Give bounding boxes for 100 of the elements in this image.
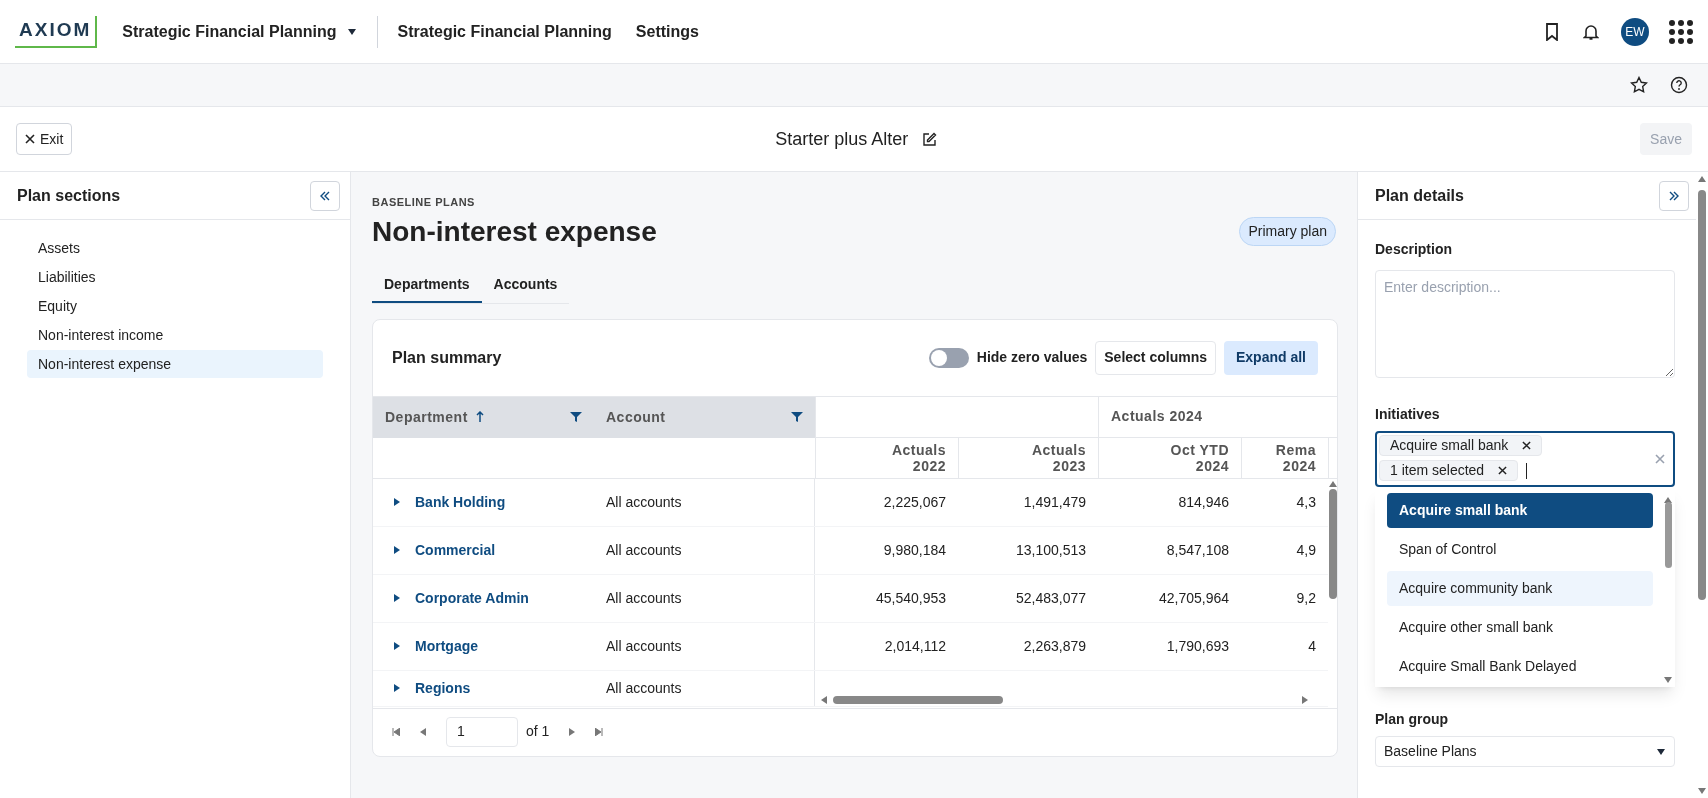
clear-icon[interactable] (1655, 454, 1665, 464)
dropdown-option[interactable]: Acquire community bank (1387, 571, 1653, 606)
close-icon[interactable] (25, 134, 35, 144)
section-item[interactable]: Liabilities (27, 263, 323, 291)
table-cell-text: 42,705,964 (1158, 588, 1229, 608)
app-grid-icon[interactable] (1669, 19, 1693, 44)
selection-chip[interactable]: 1 item selected (1379, 460, 1519, 481)
bell-icon[interactable] (1583, 22, 1599, 41)
table-cell-text: 8,547,108 (1166, 540, 1229, 560)
scroll-left-icon[interactable] (821, 695, 827, 704)
expand-arrow-icon[interactable] (393, 642, 401, 650)
remove-icon[interactable] (1498, 466, 1508, 475)
expand-arrow-icon[interactable] (393, 498, 401, 506)
expand-arrow-icon[interactable] (393, 594, 401, 602)
scroll-down-icon[interactable] (1664, 677, 1672, 683)
table-cell-text: 13,100,513 (1015, 540, 1086, 560)
dropdown-option[interactable]: Acquire Small Bank Delayed (1387, 649, 1653, 684)
bookmark-icon[interactable] (1545, 22, 1559, 41)
table-cell-text: 45,540,953 (875, 588, 946, 608)
remove-icon[interactable] (1522, 441, 1532, 450)
table-cell-text: 2,263,879 (1023, 636, 1086, 656)
vertical-scrollbar[interactable] (1664, 502, 1672, 568)
toggle-label: Hide zero values (976, 348, 1088, 367)
star-icon[interactable] (1630, 76, 1648, 94)
user-avatar[interactable]: EW (1621, 17, 1649, 46)
page-count: of 1 (526, 722, 550, 741)
nav-link[interactable]: Settings (635, 19, 699, 44)
column-header[interactable]: Actuals (891, 441, 946, 458)
table-cell-text: 9,2 (1296, 588, 1316, 608)
last-page-icon[interactable] (595, 727, 604, 736)
table-cell-text: All accounts (606, 492, 682, 512)
department-link[interactable]: Mortgage (415, 635, 478, 657)
column-header[interactable]: Account (594, 396, 815, 438)
field-label: Description (1375, 240, 1453, 259)
app-menu[interactable]: Strategic Financial Planning (122, 19, 357, 44)
group-header: Actuals 2024 (1110, 407, 1204, 426)
eyebrow-label: BASELINE PLANS (372, 195, 476, 210)
vertical-scrollbar[interactable] (1698, 190, 1706, 600)
initiatives-field[interactable]: Acquire small bank 1 item selected (1375, 431, 1675, 487)
collapse-button[interactable] (1659, 180, 1689, 211)
card-title: Plan summary (392, 347, 503, 368)
select-columns-button[interactable]: Select columns (1095, 340, 1216, 375)
section-item[interactable]: Non-interest expense (27, 350, 323, 378)
logo[interactable]: AXIOM (15, 15, 98, 48)
toggle-switch[interactable] (928, 347, 969, 368)
filter-icon[interactable] (791, 411, 803, 423)
table-cell-text: 1,790,693 (1166, 636, 1229, 656)
column-header[interactable]: 2024 (1195, 457, 1229, 474)
expand-arrow-icon[interactable] (393, 684, 401, 692)
sort-arrow-icon[interactable] (475, 411, 484, 423)
help-icon[interactable] (1670, 76, 1688, 94)
scroll-down-icon[interactable] (1698, 788, 1706, 794)
field-label: Initiatives (1375, 405, 1441, 424)
page-heading: Non-interest expense (372, 214, 657, 249)
section-item[interactable]: Non-interest income (27, 321, 323, 349)
dropdown-option[interactable]: Span of Control (1387, 532, 1653, 567)
vertical-scrollbar[interactable] (1328, 488, 1337, 599)
description-field[interactable]: Enter description... (1375, 270, 1675, 378)
dropdown-option[interactable]: Acquire other small bank (1387, 610, 1653, 645)
expand-all-button[interactable]: Expand all (1223, 340, 1318, 375)
department-link[interactable]: Bank Holding (415, 491, 506, 513)
column-header[interactable]: Department (373, 396, 594, 438)
column-header[interactable]: Rema (1275, 441, 1316, 458)
table-cell-text: All accounts (606, 540, 682, 560)
table-cell-text: 4,9 (1296, 540, 1316, 560)
section-item[interactable]: Assets (27, 234, 323, 262)
page-field[interactable]: 1 (446, 716, 518, 747)
edit-icon[interactable] (922, 131, 938, 147)
nav-link[interactable]: Strategic Financial Planning (397, 19, 612, 44)
expand-arrow-icon[interactable] (393, 546, 401, 554)
panel-title: Plan details (1375, 185, 1464, 206)
column-header[interactable]: Actuals (1031, 441, 1086, 458)
scroll-up-icon[interactable] (1698, 176, 1706, 182)
next-page-icon[interactable] (569, 727, 576, 736)
column-header[interactable]: 2024 (1282, 457, 1316, 474)
column-header[interactable]: 2022 (912, 457, 946, 474)
scroll-right-icon[interactable] (1302, 695, 1308, 704)
horizontal-scrollbar[interactable] (833, 695, 1003, 704)
exit-button[interactable]: Exit (16, 123, 73, 155)
column-header[interactable]: Oct YTD (1170, 441, 1229, 458)
tab[interactable]: Accounts (481, 268, 570, 303)
column-header[interactable]: 2023 (1052, 457, 1086, 474)
table-cell-text: 9,980,184 (883, 540, 946, 560)
collapse-button[interactable] (310, 180, 340, 211)
table-cell-text: 52,483,077 (1015, 588, 1086, 608)
dropdown-option[interactable]: Acquire small bank (1387, 493, 1653, 528)
table-cell-text: 4 (1308, 636, 1316, 656)
previous-page-icon[interactable] (420, 727, 426, 736)
table-cell-text: All accounts (606, 588, 682, 608)
department-link[interactable]: Commercial (415, 539, 496, 561)
section-item[interactable]: Equity (27, 292, 323, 320)
department-link[interactable]: Regions (415, 677, 471, 699)
tab[interactable]: Departments (372, 268, 482, 303)
department-link[interactable]: Corporate Admin (415, 587, 529, 609)
plan-group-select[interactable]: Baseline Plans (1375, 736, 1675, 767)
table-cell-text: 2,225,067 (883, 492, 946, 512)
selection-chip[interactable]: Acquire small bank (1379, 435, 1543, 456)
first-page-icon[interactable] (392, 727, 400, 736)
filter-icon[interactable] (570, 411, 582, 423)
table-cell-text: 2,014,112 (884, 636, 946, 656)
